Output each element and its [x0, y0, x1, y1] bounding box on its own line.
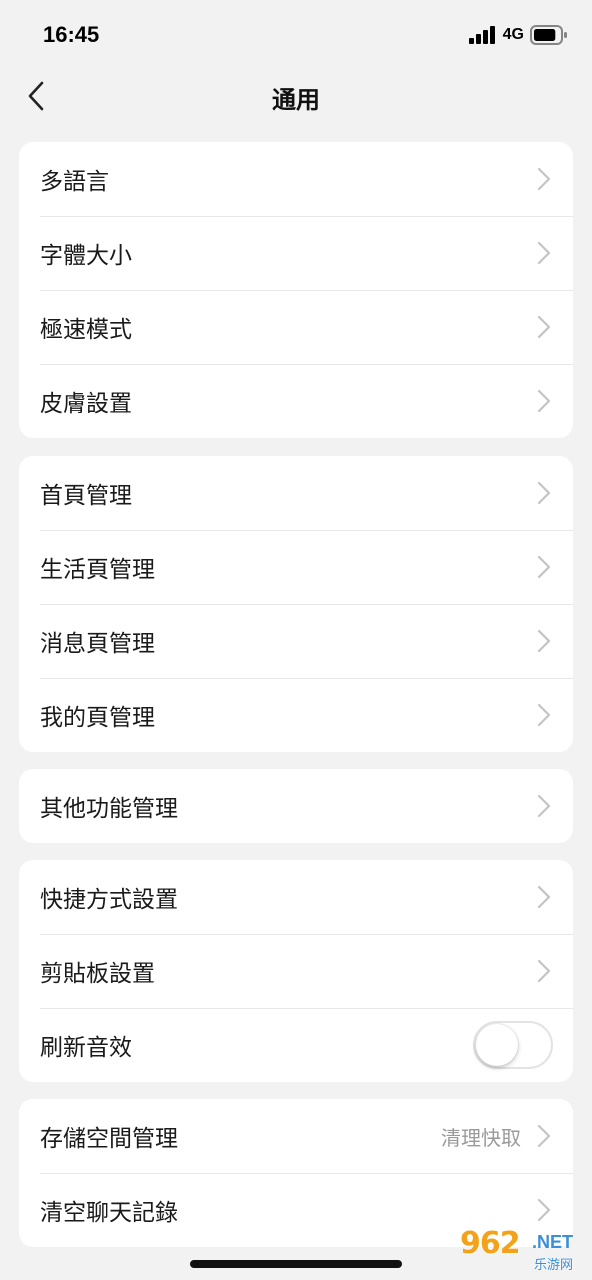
- toggle-knob: [476, 1024, 518, 1066]
- setting-label: 極速模式: [40, 317, 132, 343]
- setting-shortcut[interactable]: 快捷方式設置: [19, 860, 573, 934]
- page-title: 通用: [272, 86, 320, 114]
- site-watermark: 962 .NET 乐游网: [454, 1226, 586, 1276]
- setting-home-page[interactable]: 首頁管理: [19, 456, 573, 530]
- status-bar: 16:45 4G: [0, 0, 592, 70]
- chevron-right-icon: [537, 389, 551, 413]
- chevron-right-icon: [537, 885, 551, 909]
- setting-refresh-sound: 刷新音效: [19, 1008, 573, 1082]
- status-time: 16:45: [43, 22, 100, 47]
- chevron-right-icon: [537, 629, 551, 653]
- watermark-site: 乐游网: [534, 1258, 574, 1273]
- setting-label: 其他功能管理: [40, 796, 178, 822]
- setting-label: 皮膚設置: [40, 391, 132, 417]
- setting-other-features[interactable]: 其他功能管理: [19, 769, 573, 843]
- navigation-bar: 通用: [0, 70, 592, 122]
- setting-life-page[interactable]: 生活頁管理: [19, 530, 573, 604]
- setting-label: 生活頁管理: [40, 557, 155, 583]
- setting-storage[interactable]: 存儲空間管理 清理快取: [19, 1099, 573, 1173]
- setting-skin[interactable]: 皮膚設置: [19, 364, 573, 438]
- chevron-right-icon: [537, 794, 551, 818]
- clear-cache-value: 清理快取: [441, 1125, 521, 1150]
- setting-label: 多語言: [40, 169, 109, 195]
- chevron-right-icon: [537, 1124, 551, 1148]
- battery-icon: [530, 25, 567, 45]
- setting-my-page[interactable]: 我的頁管理: [19, 678, 573, 752]
- chevron-right-icon: [537, 1198, 551, 1222]
- setting-message-page[interactable]: 消息頁管理: [19, 604, 573, 678]
- watermark-number: 962: [460, 1226, 521, 1261]
- chevron-right-icon: [537, 555, 551, 579]
- chevron-right-icon: [537, 167, 551, 191]
- setting-label: 消息頁管理: [40, 631, 155, 657]
- network-label: 4G: [502, 26, 524, 43]
- setting-label: 首頁管理: [40, 483, 132, 509]
- chevron-right-icon: [537, 959, 551, 983]
- chevron-right-icon: [537, 241, 551, 265]
- settings-group-other: 其他功能管理: [19, 769, 573, 843]
- settings-group-storage: 存儲空間管理 清理快取 清空聊天記錄: [19, 1099, 573, 1247]
- setting-label: 我的頁管理: [40, 705, 155, 731]
- setting-label: 快捷方式設置: [40, 887, 178, 913]
- settings-group-shortcuts: 快捷方式設置 剪貼板設置 刷新音效: [19, 860, 573, 1082]
- home-indicator[interactable]: [190, 1260, 402, 1268]
- setting-font-size[interactable]: 字體大小: [19, 216, 573, 290]
- refresh-sound-toggle[interactable]: [473, 1021, 553, 1069]
- status-indicators: 4G: [468, 24, 568, 46]
- chevron-right-icon: [537, 315, 551, 339]
- setting-label: 字體大小: [40, 243, 132, 269]
- setting-label: 存儲空間管理: [40, 1126, 178, 1152]
- watermark-suffix: .NET: [532, 1232, 574, 1252]
- settings-group-display: 多語言 字體大小 極速模式 皮膚設置: [19, 142, 573, 438]
- settings-group-pages: 首頁管理 生活頁管理 消息頁管理 我的頁管理: [19, 456, 573, 752]
- chevron-right-icon: [537, 481, 551, 505]
- setting-language[interactable]: 多語言: [19, 142, 573, 216]
- setting-clipboard[interactable]: 剪貼板設置: [19, 934, 573, 1008]
- setting-speed-mode[interactable]: 極速模式: [19, 290, 573, 364]
- signal-icon: [468, 26, 495, 44]
- chevron-right-icon: [537, 703, 551, 727]
- setting-label: 刷新音效: [40, 1035, 132, 1061]
- setting-label: 清空聊天記錄: [40, 1200, 178, 1226]
- setting-label: 剪貼板設置: [40, 961, 155, 987]
